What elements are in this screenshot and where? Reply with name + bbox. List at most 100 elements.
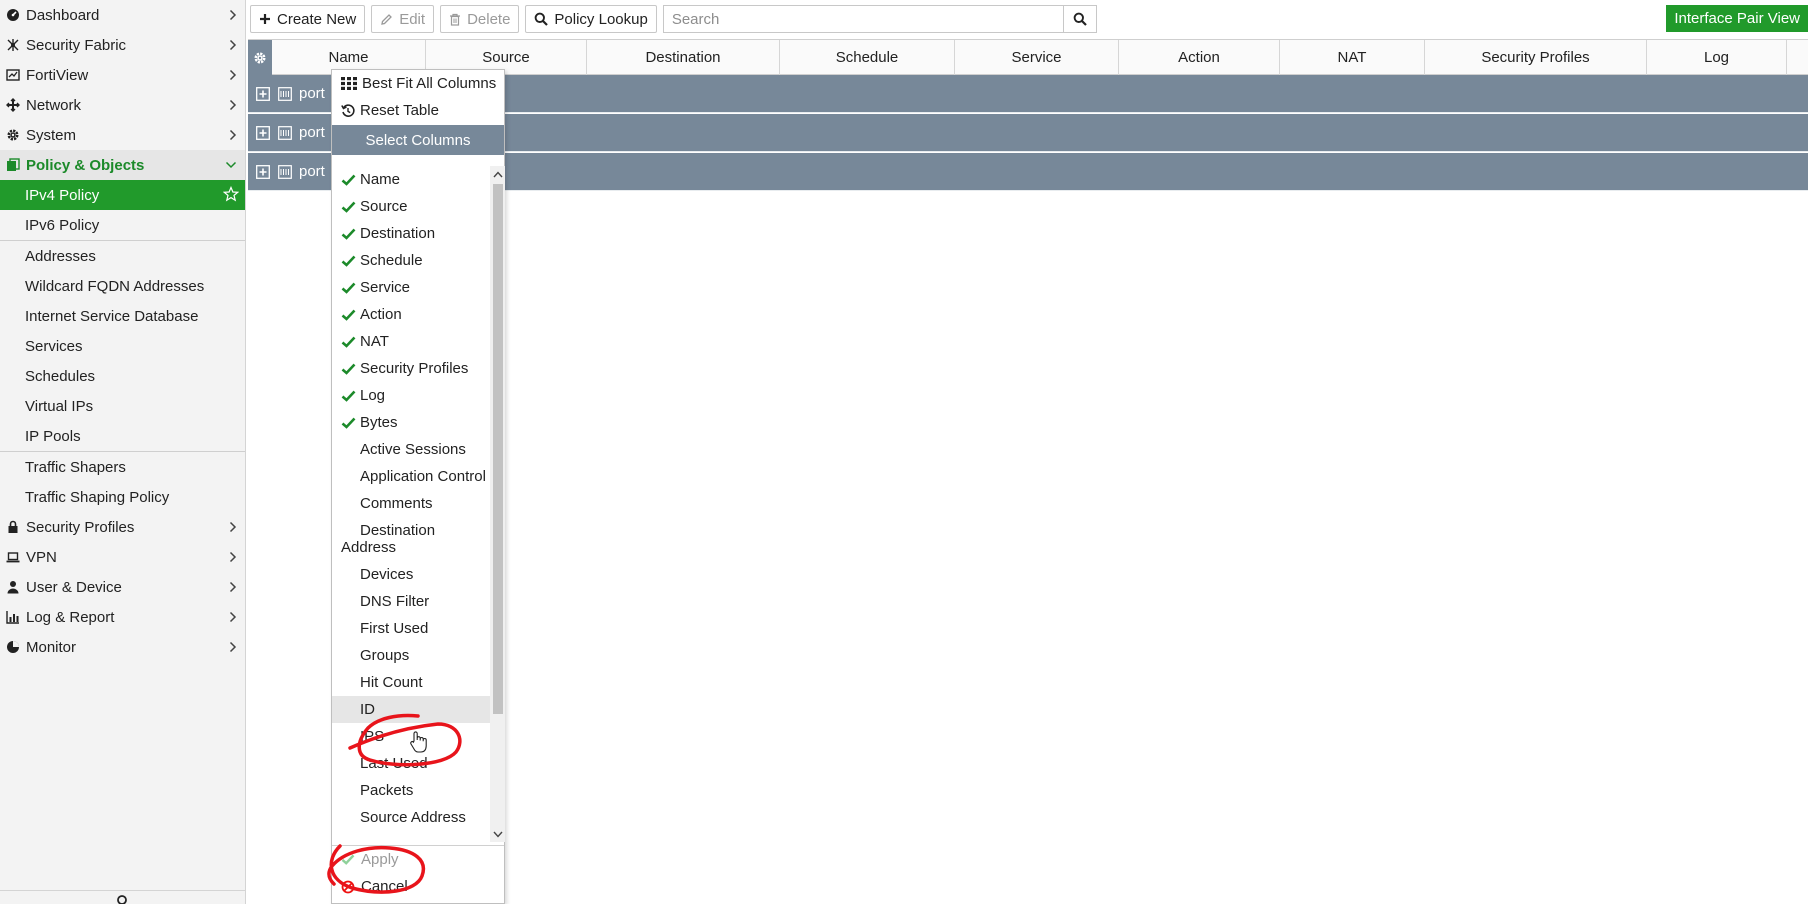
column-option-label: Log [360,387,386,404]
column-option-id[interactable]: ID [332,696,490,723]
sidebar-subitem-traffic-shaping-policy[interactable]: Traffic Shaping Policy [0,482,245,512]
sidebar-item-policy-objects[interactable]: Policy & Objects [0,150,245,180]
sidebar-item-monitor[interactable]: Monitor [0,632,245,662]
column-option-hit-count[interactable]: Hit Count [332,669,490,696]
column-option-application-control[interactable]: Application Control [332,463,490,490]
column-option-destination[interactable]: Destination [332,220,490,247]
sidebar-item-security-profiles[interactable]: Security Profiles [0,512,245,542]
column-option-groups[interactable]: Groups [332,642,490,669]
scrollbar-thumb[interactable] [493,184,503,714]
create-new-button[interactable]: Create New [250,5,366,33]
sidebar-subitem-addresses[interactable]: Addresses [0,241,245,271]
chevron-right-icon [229,572,237,602]
sidebar-subitem-ipv6-policy[interactable]: IPv6 Policy [0,210,245,240]
column-header-destination[interactable]: Destination [587,40,780,75]
best-fit-all-columns-item[interactable]: Best Fit All Columns [332,70,504,97]
sidebar-subitem-virtual-ips[interactable]: Virtual IPs [0,391,245,421]
delete-button[interactable]: Delete [440,5,520,33]
policy-lookup-button[interactable]: Policy Lookup [525,5,657,33]
interface-pair-view-label: Interface Pair View [1674,10,1800,27]
column-option-label: Name [360,171,401,188]
chevron-down-icon[interactable] [490,826,505,842]
sidebar-item-label: Policy & Objects [26,156,145,174]
expand-icon[interactable] [256,164,270,179]
search-input[interactable] [662,5,1063,33]
column-option-bytes[interactable]: Bytes [332,409,490,436]
column-settings-button[interactable] [248,40,272,75]
column-option-label: Source Address [360,809,466,826]
star-icon[interactable] [222,185,240,206]
column-option-active-sessions[interactable]: Active Sessions [332,436,490,463]
column-header-label: Name [328,49,369,66]
column-option-source-address[interactable]: Source Address [332,804,490,831]
interface-pair-view-button[interactable]: Interface Pair View [1666,5,1808,32]
sidebar: Dashboard Security Fabric FortiView Netw… [0,0,246,904]
sidebar-item-system[interactable]: System [0,120,245,150]
column-option-last-used[interactable]: Last Used [332,750,490,777]
search-button[interactable] [1062,5,1097,33]
reset-table-item[interactable]: Reset Table [332,97,504,124]
sidebar-item-label: IP Pools [25,427,81,445]
column-option-destination-address[interactable]: Destination Address [332,517,490,561]
column-option-label: Security Profiles [360,360,469,377]
sidebar-item-label: Addresses [25,247,96,265]
column-option-source[interactable]: Source [332,193,490,220]
sidebar-item-network[interactable]: Network [0,90,245,120]
column-header-log[interactable]: Log [1647,40,1787,75]
sidebar-item-vpn[interactable]: VPN [0,542,245,572]
port-icon [278,164,292,179]
column-option-nat[interactable]: NAT [332,328,490,355]
select-columns-label: Select Columns [365,131,471,149]
column-header-schedule[interactable]: Schedule [780,40,955,75]
sidebar-item-security-fabric[interactable]: Security Fabric [0,30,245,60]
column-list-scrollbar[interactable] [490,166,505,842]
check-icon [341,225,360,242]
sidebar-item-fortiview[interactable]: FortiView [0,60,245,90]
column-option-name[interactable]: Name [332,166,490,193]
sidebar-subitem-ip-pools[interactable]: IP Pools [0,421,245,451]
sidebar-item-user-device[interactable]: User & Device [0,572,245,602]
sidebar-subitem-schedules[interactable]: Schedules [0,361,245,391]
column-option-label: Service [360,279,411,296]
expand-icon[interactable] [256,125,270,140]
sidebar-subitem-internet-service-db[interactable]: Internet Service Database [0,301,245,331]
column-option-dns-filter[interactable]: DNS Filter [332,588,490,615]
column-option-packets[interactable]: Packets [332,777,490,804]
laptop-icon [6,550,26,564]
search-box [662,5,1097,33]
column-option-service[interactable]: Service [332,274,490,301]
column-option-action[interactable]: Action [332,301,490,328]
column-option-schedule[interactable]: Schedule [332,247,490,274]
apply-button[interactable]: Apply [332,846,504,873]
column-option-comments[interactable]: Comments [332,490,490,517]
column-option-label: Destination [360,225,436,242]
column-select-menu: Best Fit All Columns Reset Table Select … [331,69,505,904]
column-option-devices[interactable]: Devices [332,561,490,588]
column-option-first-used[interactable]: First Used [332,615,490,642]
column-option-label: Application Control [360,468,486,485]
column-option-ips[interactable]: IPS [332,723,490,750]
chevron-up-icon[interactable] [490,166,505,182]
column-option-log[interactable]: Log [332,382,490,409]
edit-button[interactable]: Edit [371,5,435,33]
fortiview-icon [6,68,26,82]
sidebar-subitem-wildcard-fqdn[interactable]: Wildcard FQDN Addresses [0,271,245,301]
column-option-label: DNS Filter [360,593,430,610]
column-header-action[interactable]: Action [1119,40,1280,75]
column-header-nat[interactable]: NAT [1280,40,1425,75]
history-icon [341,103,355,117]
sidebar-subitem-ipv4-policy[interactable]: IPv4 Policy [0,180,245,210]
policy-lookup-label: Policy Lookup [554,10,648,28]
search-icon[interactable] [116,891,130,904]
column-option-security-profiles[interactable]: Security Profiles [332,355,490,382]
cancel-button[interactable]: Cancel [332,873,504,900]
column-header-security-profiles[interactable]: Security Profiles [1425,40,1647,75]
sidebar-item-log-report[interactable]: Log & Report [0,602,245,632]
sidebar-subitem-services[interactable]: Services [0,331,245,361]
sidebar-subitem-traffic-shapers[interactable]: Traffic Shapers [0,452,245,482]
sidebar-item-dashboard[interactable]: Dashboard [0,0,245,30]
column-options-list: Name Source Destination Schedule Service… [332,166,490,842]
column-header-service[interactable]: Service [955,40,1119,75]
sidebar-item-label: System [26,126,77,144]
expand-icon[interactable] [256,86,270,101]
